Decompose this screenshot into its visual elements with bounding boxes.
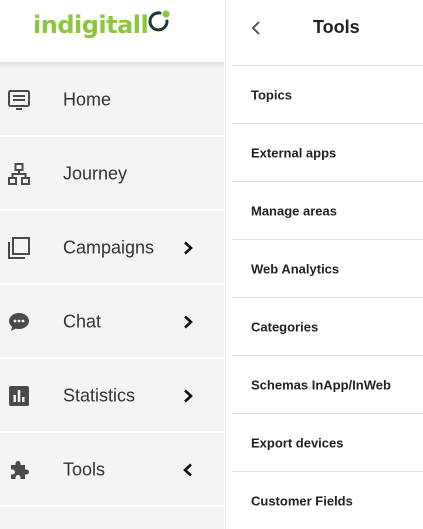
tool-item-label: Customer Fields (251, 493, 353, 509)
chevron-left-icon (183, 463, 192, 477)
tool-item-label: Web Analytics (251, 261, 340, 277)
panel-header: Tools (226, 0, 423, 60)
sidebar-item-campaigns[interactable]: Campaigns (0, 211, 224, 285)
sidebar-item-tools[interactable]: Tools (0, 433, 224, 507)
sidebar-item-label: Journey (63, 163, 128, 184)
tool-item-web-analytics[interactable]: Web Analytics (232, 240, 423, 298)
tool-item-label: Schemas InApp/InWeb (251, 377, 391, 393)
chevron-right-icon (184, 389, 193, 403)
journey-sitemap-icon (8, 163, 30, 185)
tool-item-label: Export devices (251, 435, 344, 451)
sidebar-item-label: Campaigns (63, 237, 155, 258)
tool-item-topics[interactable]: Topics (232, 66, 423, 124)
campaigns-stack-icon (8, 237, 30, 259)
sidebar-item-label: Statistics (63, 385, 136, 406)
tool-item-customer-fields[interactable]: Customer Fields (232, 472, 423, 529)
chevron-left-icon[interactable] (246, 18, 266, 38)
tool-item-export-devices[interactable]: Export devices (232, 414, 423, 472)
tool-item-label: Manage areas (251, 203, 337, 219)
sidebar-item-statistics[interactable]: Statistics (0, 359, 224, 433)
sidebar: indigitall Home Journey Campaigns Chat S… (0, 0, 224, 529)
panel-title: Tools (313, 17, 360, 37)
tool-item-label: Categories (251, 319, 319, 335)
home-screen-icon (8, 90, 30, 110)
tool-item-external-apps[interactable]: External apps (232, 124, 423, 182)
sidebar-item-label: Tools (63, 459, 106, 480)
tools-panel: Tools Topics External apps Manage areas … (225, 0, 423, 529)
sidebar-item-home[interactable]: Home (0, 63, 224, 137)
sidebar-item-label: Chat (63, 311, 102, 332)
logo-area: indigitall (0, 0, 224, 64)
divider (0, 505, 224, 507)
chevron-right-icon (184, 241, 193, 255)
brand-logo-text: indigitall (33, 11, 149, 39)
tool-item-categories[interactable]: Categories (232, 298, 423, 356)
sidebar-item-chat[interactable]: Chat (0, 285, 224, 359)
chat-bubble-icon (9, 313, 29, 331)
chevron-right-icon (184, 315, 193, 329)
tool-item-manage-areas[interactable]: Manage areas (232, 182, 423, 240)
brand-logo-icon (148, 10, 170, 32)
statistics-chart-icon (9, 386, 29, 406)
tool-item-label: External apps (251, 145, 337, 161)
sidebar-item-journey[interactable]: Journey (0, 137, 224, 211)
sidebar-item-label: Home (63, 89, 112, 110)
tool-item-schemas[interactable]: Schemas InApp/InWeb (232, 356, 423, 414)
tool-item-label: Topics (251, 87, 292, 103)
puzzle-icon (11, 461, 29, 479)
